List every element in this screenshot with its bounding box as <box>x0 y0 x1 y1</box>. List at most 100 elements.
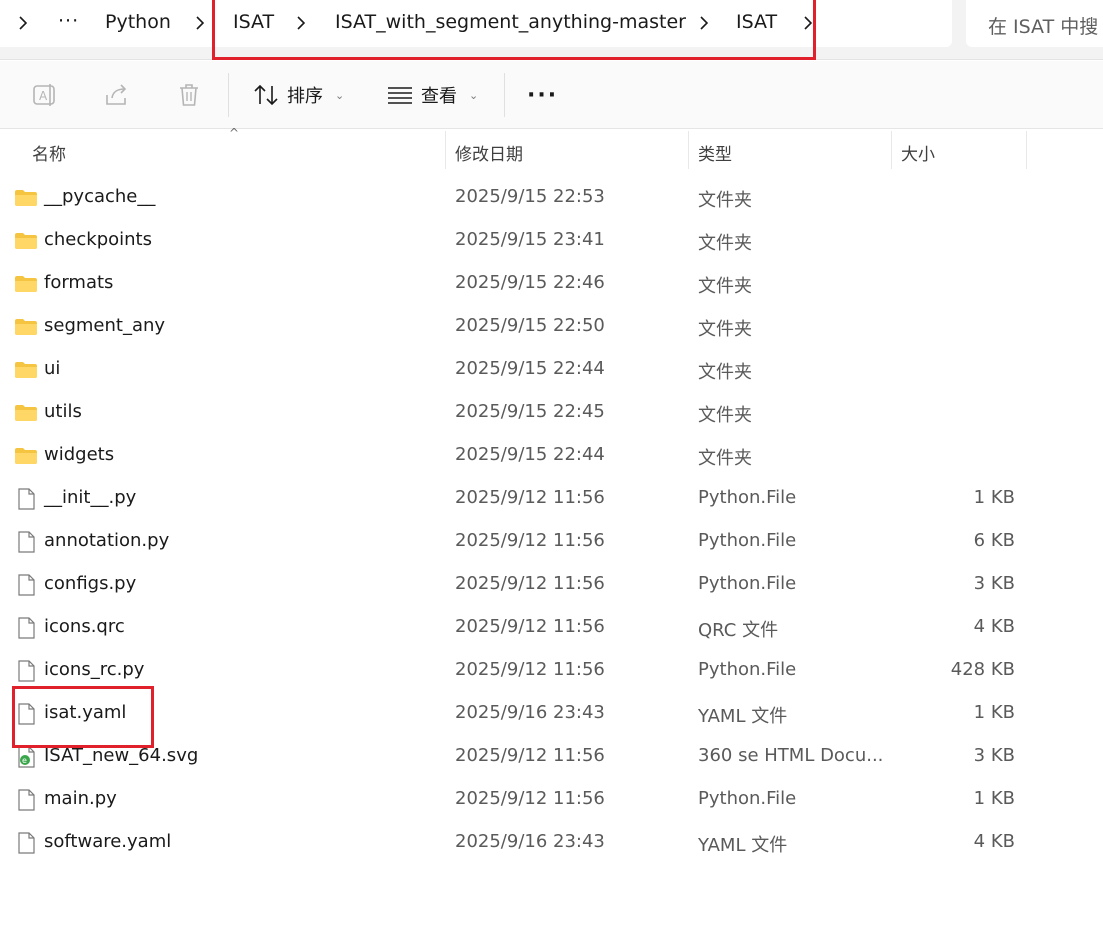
file-row[interactable]: ui 2025/9/15 22:44 文件夹 <box>0 349 1103 392</box>
file-icon <box>14 831 38 855</box>
column-date-label: 修改日期 <box>455 145 523 165</box>
address-bar[interactable]: ··· Python ISAT ISAT_with_segment_anythi… <box>0 0 952 47</box>
file-date: 2025/9/15 22:53 <box>455 186 605 207</box>
file-size: 3 KB <box>973 573 1015 594</box>
sort-icon <box>254 84 278 106</box>
file-date: 2025/9/12 11:56 <box>455 788 605 809</box>
file-row[interactable]: segment_any 2025/9/15 22:50 文件夹 <box>0 306 1103 349</box>
folder-icon <box>14 186 38 210</box>
more-options-button[interactable]: ··· <box>527 83 558 108</box>
file-type: QRC 文件 <box>698 620 779 641</box>
sort-button[interactable]: 排序 ⌄ <box>253 78 344 112</box>
file-size: 4 KB <box>973 831 1015 852</box>
file-name: annotation.py <box>44 530 170 551</box>
file-date: 2025/9/12 11:56 <box>455 573 605 594</box>
file-date: 2025/9/12 11:56 <box>455 487 605 508</box>
file-date: 2025/9/15 22:44 <box>455 444 605 465</box>
breadcrumb-python[interactable]: Python <box>105 11 171 33</box>
delete-icon[interactable] <box>175 81 203 109</box>
file-row[interactable]: widgets 2025/9/15 22:44 文件夹 <box>0 435 1103 478</box>
folder-icon <box>14 358 38 382</box>
file-icon <box>14 616 38 640</box>
breadcrumb-overflow-button[interactable]: ··· <box>58 10 79 32</box>
chevron-right-icon[interactable] <box>804 16 812 30</box>
file-size: 1 KB <box>973 487 1015 508</box>
file-date: 2025/9/15 22:50 <box>455 315 605 336</box>
file-name: icons_rc.py <box>44 659 145 680</box>
file-name: __pycache__ <box>44 186 156 207</box>
file-row[interactable]: annotation.py 2025/9/12 11:56 Python.File 6… <box>0 521 1103 564</box>
file-row[interactable]: __init__.py 2025/9/12 11:56 Python.File 1 K… <box>0 478 1103 521</box>
file-row[interactable]: isat.yaml 2025/9/16 23:43 YAML 文件 1 KB <box>0 693 1103 736</box>
folder-icon <box>14 315 38 339</box>
column-divider[interactable] <box>1026 131 1027 169</box>
file-type: 文件夹 <box>698 276 752 297</box>
file-name: __init__.py <box>44 487 137 508</box>
file-name: ui <box>44 358 61 379</box>
file-type: Python.File <box>698 487 797 508</box>
file-name: configs.py <box>44 573 137 594</box>
column-header-type[interactable]: 类型 <box>689 131 891 169</box>
breadcrumb-isat-master[interactable]: ISAT_with_segment_anything-master <box>335 11 686 33</box>
file-type: Python.File <box>698 659 797 680</box>
file-date: 2025/9/12 11:56 <box>455 659 605 680</box>
chevron-right-icon[interactable] <box>297 16 305 30</box>
file-date: 2025/9/16 23:43 <box>455 702 605 723</box>
file-icon <box>14 487 38 511</box>
view-button[interactable]: 查看 ⌄ <box>387 78 478 112</box>
file-list: __pycache__ 2025/9/15 22:53 文件夹 checkpoint… <box>0 177 1103 865</box>
file-size: 3 KB <box>973 745 1015 766</box>
file-row[interactable]: software.yaml 2025/9/16 23:43 YAML 文件 4 KB <box>0 822 1103 865</box>
file-date: 2025/9/15 22:46 <box>455 272 605 293</box>
file-row[interactable]: icons.qrc 2025/9/12 11:56 QRC 文件 4 KB <box>0 607 1103 650</box>
column-size-label: 大小 <box>901 145 935 165</box>
column-header-date[interactable]: 修改日期 <box>446 131 688 169</box>
file-row[interactable]: checkpoints 2025/9/15 23:41 文件夹 <box>0 220 1103 263</box>
column-name-label: 名称 <box>32 145 66 165</box>
file-name: isat.yaml <box>44 702 127 723</box>
chevron-right-icon[interactable] <box>700 16 708 30</box>
chevron-right-icon[interactable] <box>196 16 204 30</box>
file-date: 2025/9/12 11:56 <box>455 745 605 766</box>
file-size: 4 KB <box>973 616 1015 637</box>
file-row[interactable]: __pycache__ 2025/9/15 22:53 文件夹 <box>0 177 1103 220</box>
file-date: 2025/9/12 11:56 <box>455 616 605 637</box>
file-name: segment_any <box>44 315 166 336</box>
folder-icon <box>14 229 38 253</box>
rename-icon[interactable]: A <box>31 81 59 109</box>
view-list-icon <box>388 87 412 104</box>
share-icon[interactable] <box>103 81 131 109</box>
file-type: 文件夹 <box>698 190 752 211</box>
file-date: 2025/9/16 23:43 <box>455 831 605 852</box>
file-date: 2025/9/15 22:45 <box>455 401 605 422</box>
file-row[interactable]: utils 2025/9/15 22:45 文件夹 <box>0 392 1103 435</box>
column-header-name[interactable]: 名称 <box>0 131 445 169</box>
folder-icon <box>14 272 38 296</box>
column-header-size[interactable]: 大小 <box>892 131 1026 169</box>
svg-text:e: e <box>22 756 27 765</box>
file-icon <box>14 659 38 683</box>
file-type: Python.File <box>698 573 797 594</box>
breadcrumb-isat[interactable]: ISAT <box>233 11 274 33</box>
file-type: 文件夹 <box>698 448 752 469</box>
file-icon <box>14 788 38 812</box>
toolbar-divider <box>504 73 505 117</box>
file-date: 2025/9/15 23:41 <box>455 229 605 250</box>
column-type-label: 类型 <box>698 145 732 165</box>
file-row[interactable]: formats 2025/9/15 22:46 文件夹 <box>0 263 1103 306</box>
file-name: formats <box>44 272 114 293</box>
file-icon <box>14 530 38 554</box>
view-label: 查看 <box>421 86 457 107</box>
breadcrumb-isat-current[interactable]: ISAT <box>736 11 777 33</box>
file-row[interactable]: e ISAT_new_64.svg 2025/9/12 11:56 360 se HT… <box>0 736 1103 779</box>
command-bar: A 排序 ⌄ 查看 ⌄ ··· <box>0 61 1103 129</box>
search-input[interactable]: 在 ISAT 中搜 <box>966 0 1103 47</box>
sort-label: 排序 <box>287 86 323 107</box>
file-size: 428 KB <box>950 659 1015 680</box>
file-row[interactable]: main.py 2025/9/12 11:56 Python.File 1 KB <box>0 779 1103 822</box>
file-row[interactable]: icons_rc.py 2025/9/12 11:56 Python.File 428… <box>0 650 1103 693</box>
file-icon <box>14 702 38 726</box>
file-date: 2025/9/12 11:56 <box>455 530 605 551</box>
file-row[interactable]: configs.py 2025/9/12 11:56 Python.File 3 KB <box>0 564 1103 607</box>
chevron-right-icon[interactable] <box>19 16 27 30</box>
